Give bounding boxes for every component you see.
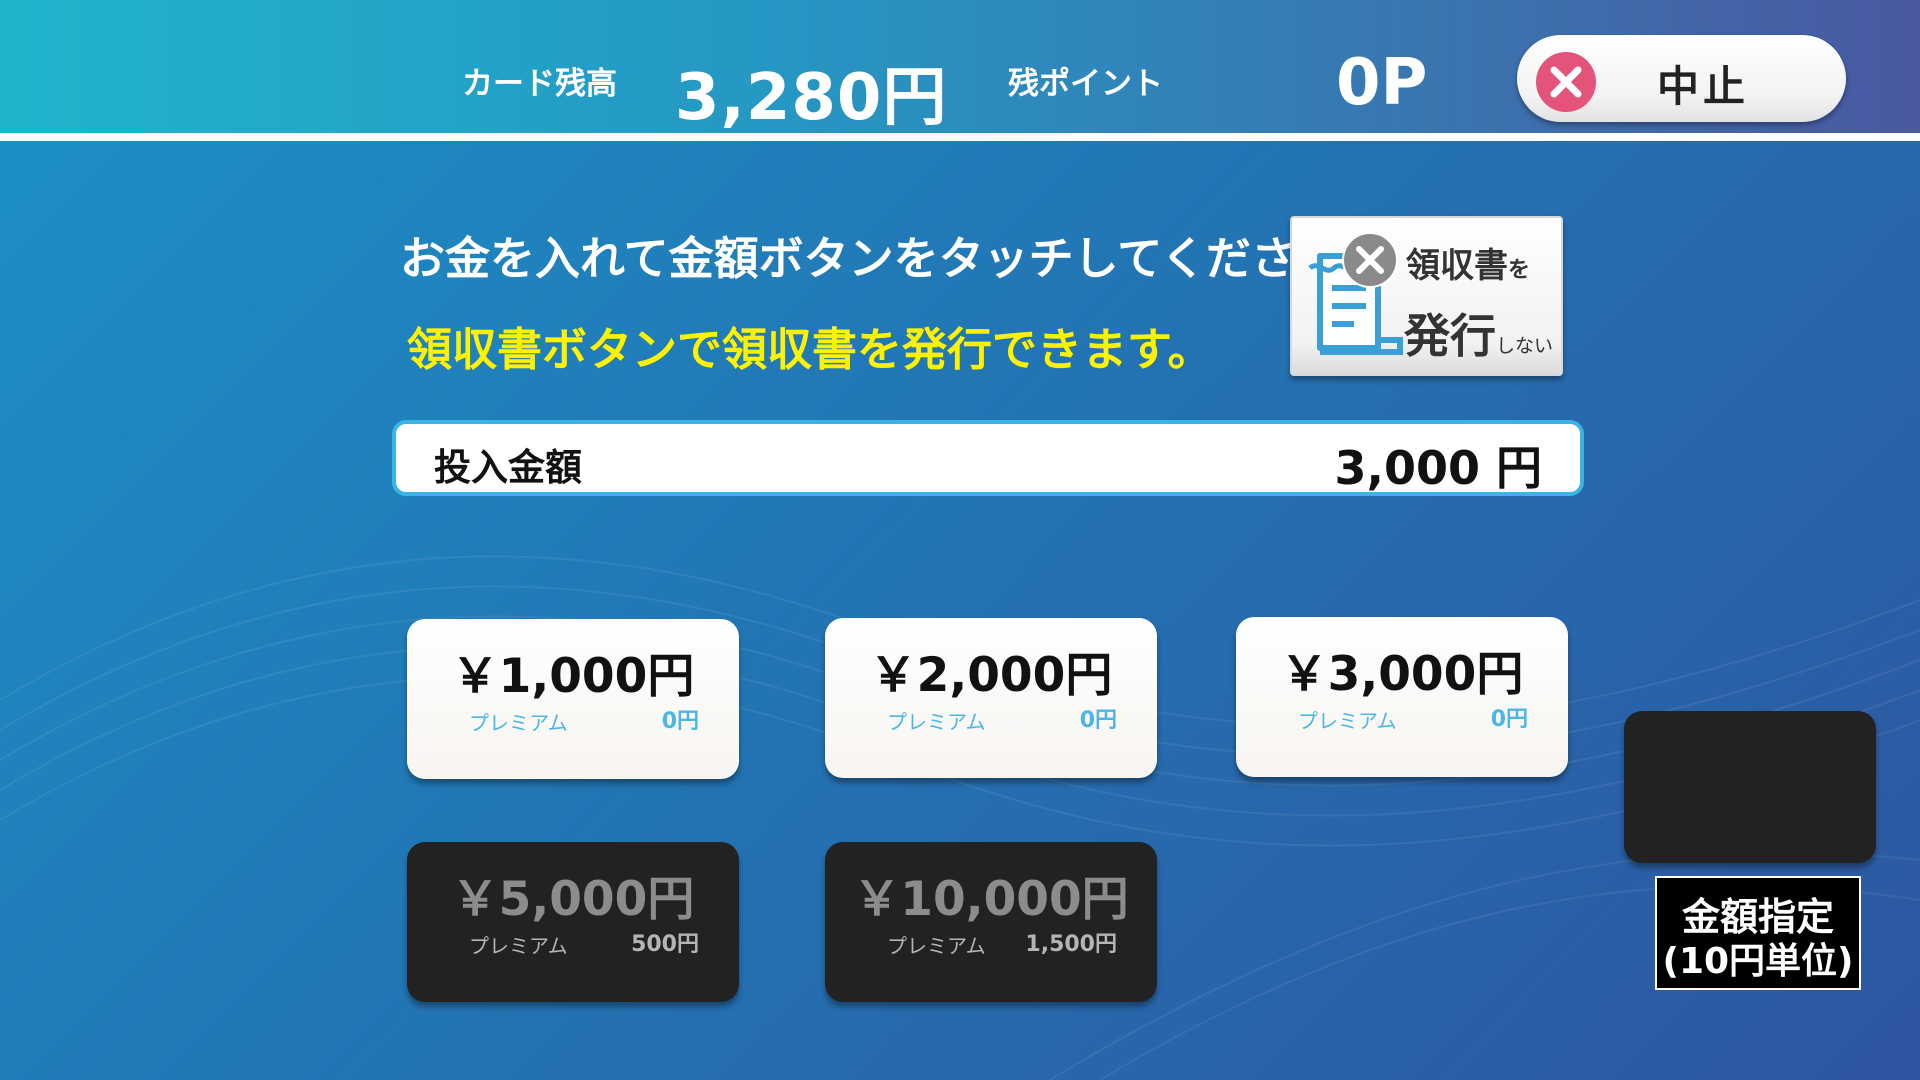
premium-bonus: 1,500円 <box>1025 932 1117 957</box>
charge-1000-button[interactable]: ￥1,000円 プレミアム 0円 <box>407 619 739 779</box>
receipt-toggle-button[interactable]: 領収書を 発行しない <box>1290 216 1563 376</box>
inserted-amount-label: 投入金額 <box>434 446 582 489</box>
premium-label: プレミアム <box>887 934 986 958</box>
premium-bonus: 0円 <box>1079 708 1117 733</box>
receipt-hint-text: 領収書ボタンで領収書を発行できます。 <box>407 323 1213 376</box>
charge-2000-button[interactable]: ￥2,000円 プレミアム 0円 <box>825 618 1157 778</box>
denomination-amount: ￥3,000円 <box>1280 647 1524 702</box>
points-value: 0P <box>1336 46 1428 120</box>
denomination-amount: ￥5,000円 <box>451 872 695 927</box>
premium-label: プレミアム <box>469 711 568 735</box>
blank-dark-panel <box>1624 711 1876 863</box>
specify-amount-line2: (10円単位) <box>1662 941 1854 982</box>
charge-3000-button[interactable]: ￥3,000円 プレミアム 0円 <box>1236 617 1568 777</box>
points-label: 残ポイント <box>1008 66 1163 102</box>
card-balance-value: 3,280円 <box>675 61 948 135</box>
inserted-amount-bar: 投入金額 3,000 円 <box>392 420 1584 496</box>
charge-5000-button[interactable]: ￥5,000円 プレミアム 500円 <box>407 842 739 1002</box>
specify-amount-button[interactable]: 金額指定 (10円単位) <box>1655 876 1861 990</box>
premium-bonus: 0円 <box>661 709 699 734</box>
denomination-amount: ￥2,000円 <box>869 648 1113 703</box>
denomination-amount: ￥1,000円 <box>451 649 695 704</box>
inserted-amount-value: 3,000 円 <box>1334 441 1542 495</box>
premium-label: プレミアム <box>469 934 568 958</box>
premium-bonus: 0円 <box>1490 707 1528 732</box>
close-icon <box>1536 52 1596 112</box>
charge-10000-button[interactable]: ￥10,000円 プレミアム 1,500円 <box>825 842 1157 1002</box>
premium-bonus: 500円 <box>631 932 699 957</box>
disabled-x-icon <box>1342 232 1398 288</box>
receipt-button-line2: 発行しない <box>1404 309 1554 363</box>
header-divider <box>0 133 1920 141</box>
denomination-amount: ￥10,000円 <box>853 872 1129 927</box>
receipt-button-line1: 領収書を <box>1406 246 1531 286</box>
cancel-button-label: 中止 <box>1657 62 1750 111</box>
premium-label: プレミアム <box>1298 709 1397 733</box>
header-bar: カード残高 3,280円 残ポイント 0P 中止 <box>0 0 1920 135</box>
premium-label: プレミアム <box>887 710 986 734</box>
cancel-button[interactable]: 中止 <box>1517 35 1846 122</box>
instruction-text: お金を入れて金額ボタンをタッチしてください。 <box>400 232 1386 285</box>
card-balance-label: カード残高 <box>462 66 617 102</box>
